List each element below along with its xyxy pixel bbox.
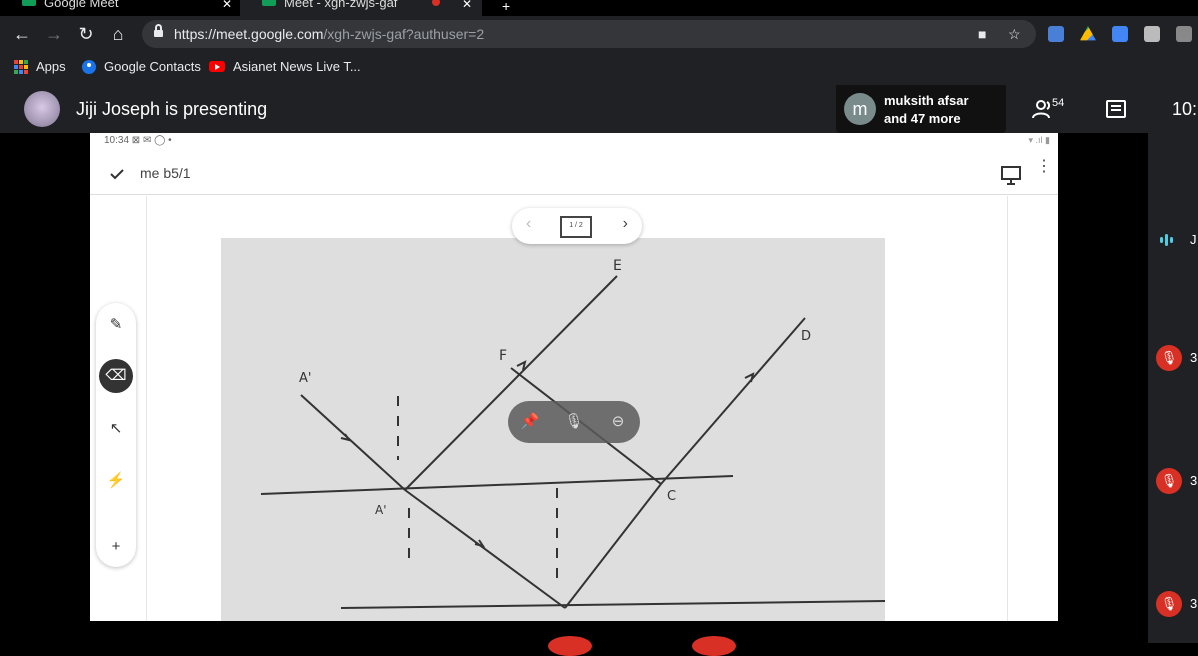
laser-pointer-icon[interactable]: ⚡ xyxy=(102,467,130,495)
recording-icon xyxy=(432,0,440,6)
check-icon[interactable] xyxy=(110,167,124,181)
rail-participant-muted[interactable]: 🎙 3 xyxy=(1156,591,1198,617)
presenter-avatar xyxy=(24,91,60,127)
phone-status-time: 10:34 ⊠ ✉ ◯ • xyxy=(104,135,172,146)
rail-participant-muted[interactable]: 🎙 3 xyxy=(1156,345,1198,371)
rail-participant-muted[interactable]: 🎙 3 xyxy=(1156,468,1198,494)
avatar: m xyxy=(844,93,876,125)
mic-toggle-button[interactable] xyxy=(692,636,736,656)
diagram-label: A' xyxy=(299,371,311,386)
present-screen-icon[interactable] xyxy=(1000,165,1022,185)
presenting-title: Jiji Joseph is presenting xyxy=(76,99,268,119)
rail-label: J xyxy=(1190,232,1197,247)
apps-grid-icon xyxy=(14,59,28,74)
people-count: 54 xyxy=(1052,97,1065,109)
bookmark-google-contacts[interactable]: Google Contacts xyxy=(82,59,201,74)
lock-icon xyxy=(154,24,163,38)
tab-google-meet[interactable]: Google Meet ✕ xyxy=(0,0,242,16)
participant-rail: J 🎙 3 🎙 3 🎙 3 xyxy=(1148,133,1198,643)
extensions-puzzle-icon[interactable] xyxy=(1176,26,1192,42)
close-tab-icon[interactable]: ✕ xyxy=(222,0,232,10)
extension-icon[interactable] xyxy=(1112,26,1128,42)
browser-toolbar: ← → ↻ ⌂ https://meet.google.com/xgh-zwjs… xyxy=(0,16,1198,52)
bookmark-star-icon[interactable]: ☆ xyxy=(1008,26,1021,43)
tab-meet-active[interactable]: Meet - xgh-zwjs-gaf ✕ xyxy=(240,0,482,16)
presented-screen: 10:34 ⊠ ✉ ◯ • ▾ .ıl ▮ me b5/1 ⋮ E D F A'… xyxy=(90,133,1058,621)
page-navigator: ‹ 1 / 2 › xyxy=(512,208,642,244)
rail-participant-speaking[interactable]: J xyxy=(1156,227,1198,253)
bookmark-label: Google Contacts xyxy=(104,59,201,74)
add-icon[interactable]: + xyxy=(102,533,130,561)
chat-icon[interactable] xyxy=(1106,100,1126,118)
diagram-label: D xyxy=(801,329,811,344)
previous-page-button[interactable]: ‹ xyxy=(526,215,531,233)
mic-off-icon: 🎙 xyxy=(1156,591,1182,617)
rail-label: 3 xyxy=(1190,350,1198,365)
bookmarks-bar: Apps Google Contacts Asianet News Live T… xyxy=(0,52,1198,85)
forward-button[interactable]: → xyxy=(42,22,66,46)
new-tab-button[interactable]: + xyxy=(502,0,510,14)
pen-icon[interactable]: ✎ xyxy=(102,311,130,339)
annotation-toolbar: ✎ ⌫ ↖ ⚡ + xyxy=(96,303,136,567)
page-indicator[interactable]: 1 / 2 xyxy=(560,216,592,238)
translate-extension-icon[interactable] xyxy=(1048,26,1064,42)
back-button[interactable]: ← xyxy=(10,22,34,46)
url-text: https://meet.google.com/xgh-zwjs-gaf?aut… xyxy=(174,26,485,42)
mic-off-icon[interactable]: 🎙 xyxy=(562,410,586,434)
rail-label: 3 xyxy=(1190,596,1198,611)
mic-off-icon: 🎙 xyxy=(1156,468,1182,494)
extension-icon[interactable] xyxy=(1144,26,1160,42)
tile-hover-controls: 📌 🎙 ⊖ xyxy=(508,401,640,443)
meet-header: Jiji Joseph is presenting m muksith afsa… xyxy=(0,85,1198,133)
clock: 10: xyxy=(1172,99,1198,119)
address-bar[interactable]: https://meet.google.com/xgh-zwjs-gaf?aut… xyxy=(142,20,1036,48)
speaking-indicator-icon xyxy=(1160,234,1173,246)
participant-names: muksith afsar and 47 more xyxy=(884,93,969,126)
bookmark-asianet[interactable]: Asianet News Live T... xyxy=(209,59,361,74)
phone-status-icons: ▾ .ıl ▮ xyxy=(1028,135,1050,145)
reload-button[interactable]: ↻ xyxy=(74,22,98,46)
bookmark-apps[interactable]: Apps xyxy=(14,59,66,74)
diagram-label: E xyxy=(613,258,622,274)
contacts-icon xyxy=(82,59,96,74)
pin-icon[interactable]: 📌 xyxy=(518,410,542,434)
rail-label: 3 xyxy=(1190,473,1198,488)
tab-title: Meet - xgh-zwjs-gaf xyxy=(284,0,398,10)
tab-strip: Google Meet ✕ Meet - xgh-zwjs-gaf ✕ + xyxy=(0,0,1198,16)
diagram-label: A' xyxy=(375,503,387,517)
select-arrow-icon[interactable]: ↖ xyxy=(102,415,130,443)
remove-icon[interactable]: ⊖ xyxy=(606,410,630,434)
diagram-label: C xyxy=(667,489,676,504)
next-page-button[interactable]: › xyxy=(623,215,628,233)
meet-favicon-icon xyxy=(262,0,276,6)
document-title: me b5/1 xyxy=(140,165,191,181)
close-tab-icon[interactable]: ✕ xyxy=(462,0,472,10)
mic-off-icon: 🎙 xyxy=(1156,345,1182,371)
leave-call-button[interactable] xyxy=(548,636,592,656)
home-button[interactable]: ⌂ xyxy=(106,22,130,46)
bookmark-label: Apps xyxy=(36,59,66,74)
camera-icon[interactable]: ■ xyxy=(978,26,986,42)
more-vert-icon[interactable]: ⋮ xyxy=(1036,159,1052,183)
participant-chip[interactable]: m muksith afsar and 47 more xyxy=(836,85,1006,133)
meet-favicon-icon xyxy=(22,0,36,6)
youtube-icon xyxy=(209,61,225,72)
drive-extension-icon[interactable] xyxy=(1080,26,1096,41)
diagram-label: F xyxy=(499,348,507,364)
bookmark-label: Asianet News Live T... xyxy=(233,59,361,74)
tab-title: Google Meet xyxy=(44,0,119,10)
document-bar: me b5/1 ⋮ xyxy=(90,153,1058,195)
eraser-icon[interactable]: ⌫ xyxy=(99,359,133,393)
